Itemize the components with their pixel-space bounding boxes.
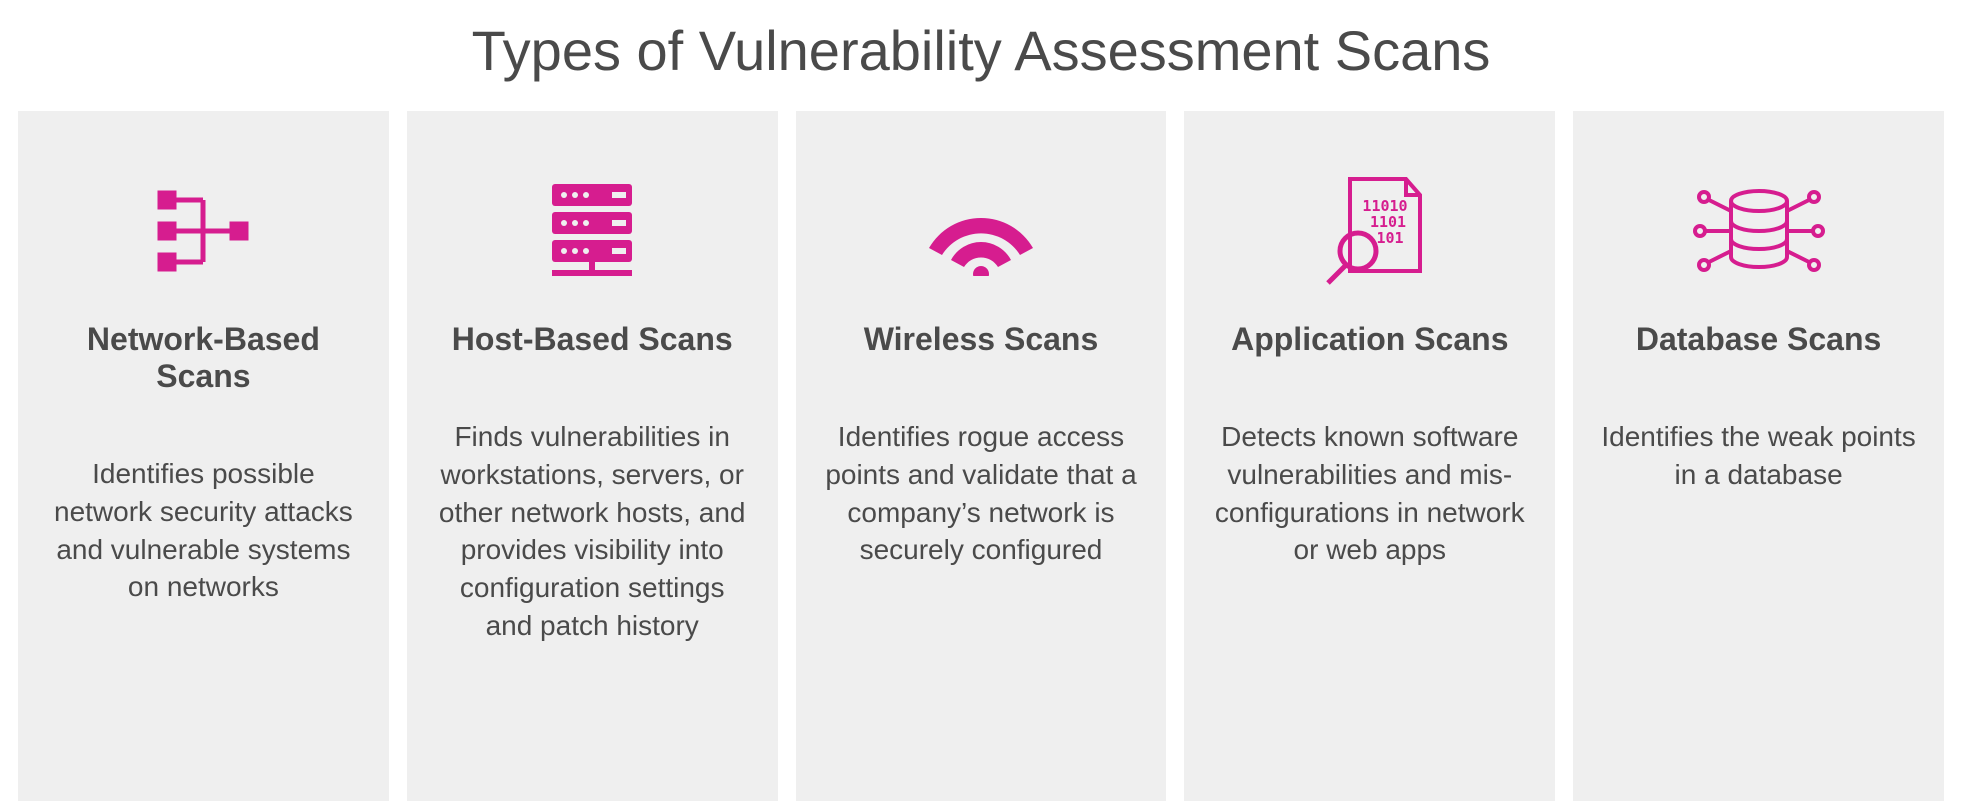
card-database: Database Scans Identifies the weak point… (1573, 111, 1944, 801)
card-desc: Identifies rogue access points and valid… (824, 418, 1139, 569)
card-title: Network-Based Scans (46, 321, 361, 395)
cards-row: Network-Based Scans Identifies possible … (0, 111, 1962, 801)
page-title: Types of Vulnerability Assessment Scans (0, 0, 1962, 111)
host-icon (537, 151, 647, 311)
card-desc: Finds vulnerabilities in workstations, s… (435, 418, 750, 645)
application-icon: 11010 1101 101 (1310, 151, 1430, 311)
card-host: Host-Based Scans Finds vulnerabilities i… (407, 111, 778, 801)
card-title: Host-Based Scans (452, 321, 733, 358)
database-icon (1689, 151, 1829, 311)
svg-text:101: 101 (1376, 229, 1403, 247)
card-wireless: Wireless Scans Identifies rogue access p… (796, 111, 1167, 801)
card-title: Database Scans (1636, 321, 1881, 358)
network-icon (148, 151, 258, 311)
card-title: Wireless Scans (864, 321, 1099, 358)
wireless-icon (921, 151, 1041, 311)
card-desc: Detects known software vulnerabilities a… (1212, 418, 1527, 569)
card-title: Application Scans (1231, 321, 1508, 358)
card-desc: Identifies possible network security att… (46, 455, 361, 606)
card-desc: Identifies the weak points in a database (1601, 418, 1916, 494)
card-network: Network-Based Scans Identifies possible … (18, 111, 389, 801)
card-application: 11010 1101 101 Application Scans Detects… (1184, 111, 1555, 801)
